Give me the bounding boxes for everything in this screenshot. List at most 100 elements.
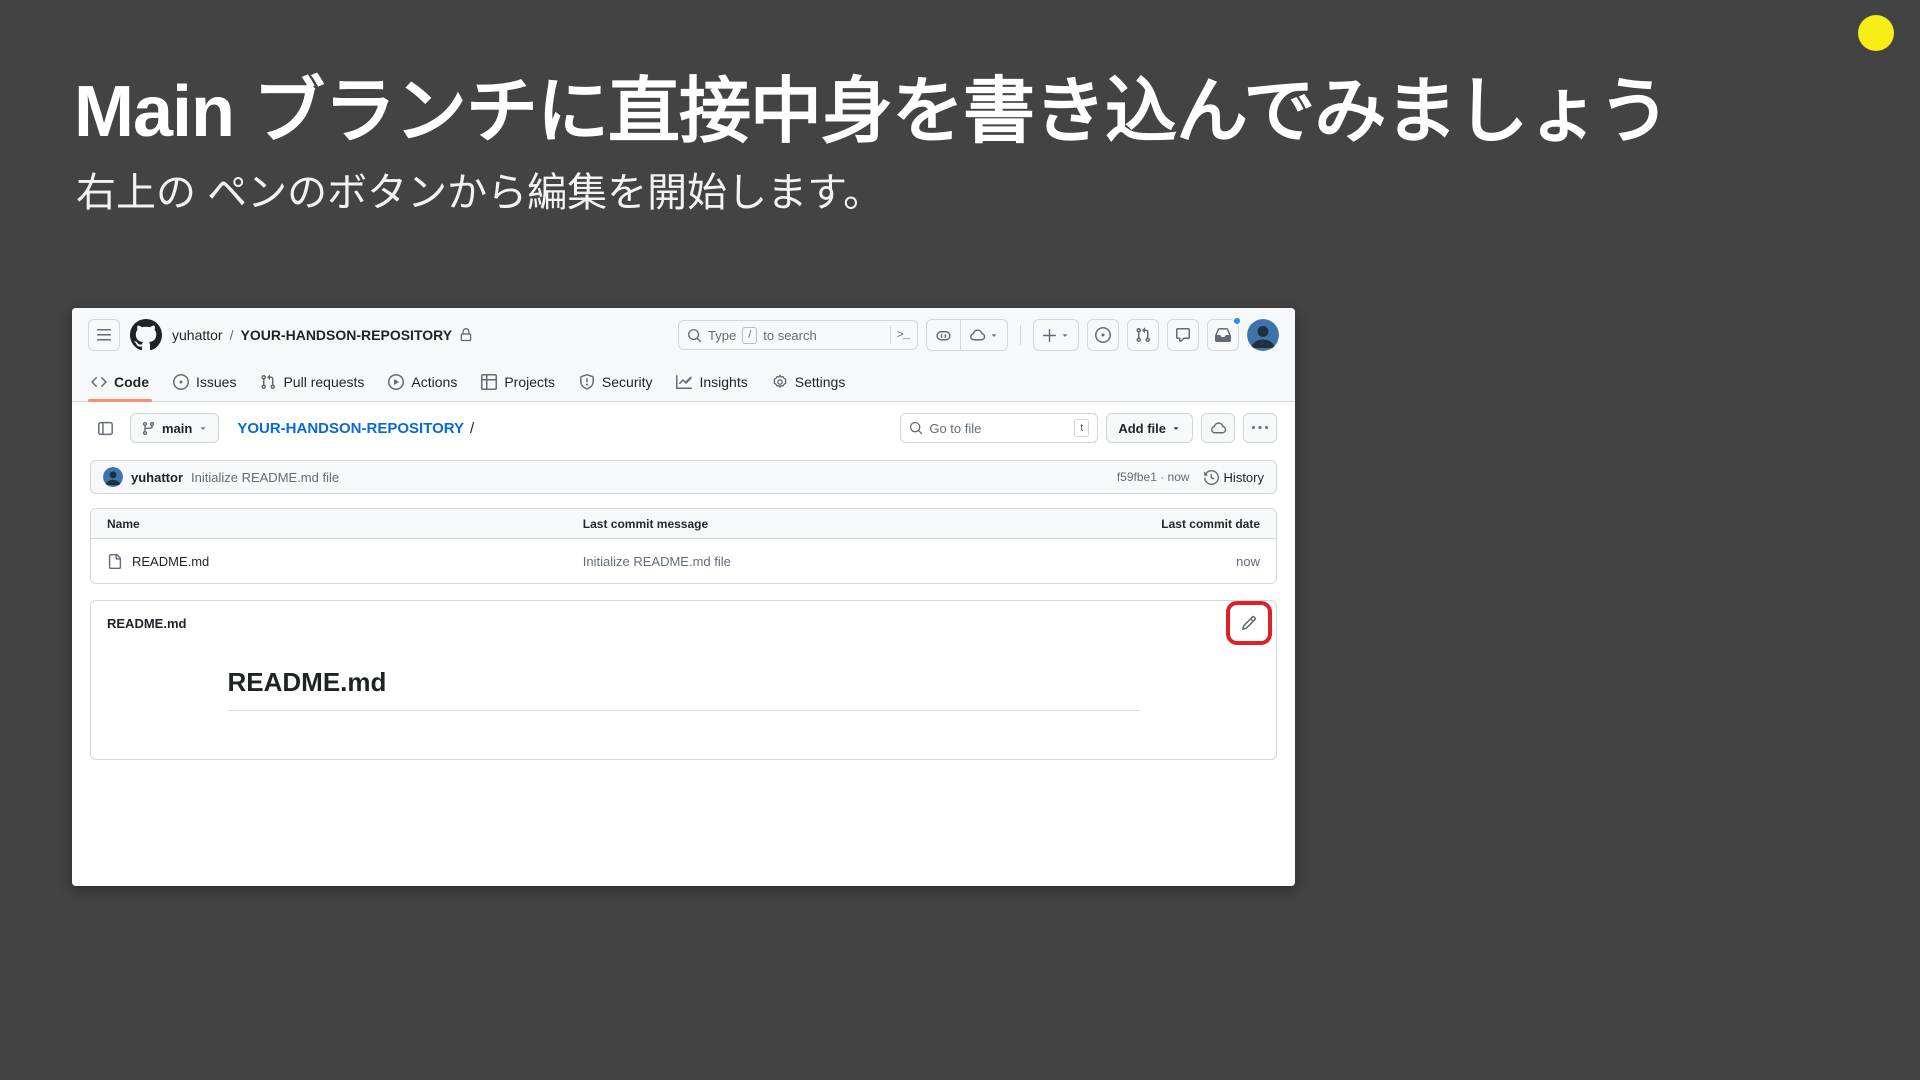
tab-issues[interactable]: Issues	[164, 362, 245, 401]
breadcrumb-path: YOUR-HANDSON-REPOSITORY /	[237, 420, 474, 437]
graph-icon	[676, 374, 693, 390]
tab-label: Issues	[196, 373, 237, 390]
toolbar-actions: t Add file	[900, 413, 1277, 443]
header-actions: Type / to search >_	[678, 316, 1279, 351]
slash-shortcut-badge: /	[742, 326, 758, 344]
tab-code[interactable]: Code	[82, 362, 158, 402]
readme-bar-title: README.md	[107, 615, 187, 631]
shield-icon	[579, 373, 595, 390]
command-palette-icon[interactable]: >_	[897, 328, 910, 342]
repo-content: main YOUR-HANDSON-REPOSITORY / t Add file	[72, 402, 1295, 886]
tab-label: Actions	[411, 373, 458, 390]
tab-label: Pull requests	[283, 373, 365, 390]
tab-insights[interactable]: Insights	[667, 362, 756, 401]
gear-icon	[772, 374, 788, 390]
readme-body: README.md	[227, 645, 1140, 711]
git-pull-request-icon	[260, 374, 276, 390]
tab-label: Code	[114, 373, 149, 390]
search-icon	[687, 328, 702, 343]
commit-author-avatar[interactable]	[103, 467, 123, 487]
global-search-box[interactable]: Type / to search >_	[678, 320, 918, 350]
add-file-button[interactable]: Add file	[1106, 413, 1193, 443]
chevron-down-icon	[1171, 423, 1181, 433]
breadcrumb-owner[interactable]: yuhattor	[172, 327, 223, 343]
edit-readme-button[interactable]	[1232, 606, 1266, 640]
edit-button-wrap	[1226, 601, 1272, 645]
table-row[interactable]: README.md Initialize README.md file now	[91, 539, 1276, 583]
copilot-button-group	[926, 319, 1008, 351]
create-new-button[interactable]	[1033, 319, 1079, 351]
slide-title: Main ブランチに直接中身を書き込んでみましょう	[74, 72, 1670, 152]
git-pull-request-icon	[1135, 327, 1151, 343]
readme-section: README.md README.md	[90, 600, 1277, 760]
chevron-down-icon	[198, 423, 208, 433]
add-file-label: Add file	[1118, 420, 1166, 436]
path-separator: /	[470, 419, 475, 437]
cloud-icon	[1210, 420, 1227, 437]
slide-subtitle: 右上の ペンのボタンから編集を開始します。	[76, 171, 884, 215]
header-divider	[1020, 325, 1021, 345]
lock-icon	[459, 328, 473, 342]
search-divider	[889, 326, 891, 344]
tab-settings[interactable]: Settings	[763, 362, 855, 401]
copilot-chat-button[interactable]	[960, 320, 1007, 350]
repo-root-link[interactable]: YOUR-HANDSON-REPOSITORY	[237, 420, 464, 437]
go-to-file-input[interactable]	[929, 420, 1069, 436]
tab-actions[interactable]: Actions	[379, 362, 466, 401]
readme-heading: README.md	[227, 667, 1140, 711]
github-logo-icon[interactable]	[130, 319, 162, 351]
column-message[interactable]: Last commit message	[583, 517, 1156, 531]
commit-author-name[interactable]: yuhattor	[131, 470, 183, 485]
copilot-button[interactable]	[927, 320, 960, 350]
tab-label: Settings	[794, 373, 846, 390]
commit-meta: f59fbe1 · now History	[1117, 470, 1264, 485]
chat-header-button[interactable]	[1167, 319, 1199, 351]
github-header: yuhattor / YOUR-HANDSON-REPOSITORY Type …	[72, 308, 1295, 362]
user-avatar[interactable]	[1247, 319, 1279, 351]
hamburger-icon	[96, 327, 112, 343]
inbox-icon	[1215, 327, 1231, 343]
tab-projects[interactable]: Projects	[472, 362, 564, 401]
history-label: History	[1223, 469, 1264, 485]
code-dropdown-button[interactable]	[1201, 413, 1235, 443]
hamburger-menu-button[interactable]	[88, 319, 120, 351]
slide-marker-dot	[1858, 15, 1894, 51]
tab-security[interactable]: Security	[570, 362, 662, 401]
breadcrumb: yuhattor / YOUR-HANDSON-REPOSITORY	[172, 327, 473, 343]
file-table: Name Last commit message Last commit dat…	[90, 508, 1277, 584]
go-to-file-search[interactable]: t	[900, 413, 1099, 443]
notifications-button[interactable]	[1207, 316, 1242, 351]
column-date[interactable]: Last commit date	[1156, 517, 1276, 531]
t-shortcut-badge: t	[1074, 419, 1090, 437]
file-commit-message[interactable]: Initialize README.md file	[583, 554, 1156, 569]
commit-sha-time[interactable]: f59fbe1 · now	[1117, 470, 1190, 484]
pull-requests-header-button[interactable]	[1127, 319, 1159, 351]
unread-notification-dot	[1232, 316, 1242, 326]
file-name-link[interactable]: README.md	[132, 554, 209, 569]
commit-message[interactable]: Initialize README.md file	[191, 470, 339, 485]
table-icon	[481, 373, 498, 390]
readme-header-bar: README.md	[91, 601, 1276, 645]
search-icon	[909, 421, 923, 435]
breadcrumb-repo[interactable]: YOUR-HANDSON-REPOSITORY	[240, 327, 452, 343]
tab-label: Security	[601, 373, 653, 390]
column-name[interactable]: Name	[91, 517, 583, 531]
plus-icon	[1042, 328, 1057, 343]
branch-name: main	[162, 420, 193, 436]
git-branch-icon	[141, 421, 156, 436]
code-icon	[91, 374, 107, 390]
comment-icon	[1175, 327, 1191, 343]
history-clock-icon	[1203, 469, 1219, 485]
branch-selector-button[interactable]: main	[130, 413, 220, 443]
github-window: yuhattor / YOUR-HANDSON-REPOSITORY Type …	[72, 308, 1295, 886]
history-link[interactable]: History	[1203, 469, 1264, 485]
issues-header-button[interactable]	[1087, 319, 1119, 351]
side-panel-toggle-button[interactable]	[90, 413, 120, 443]
file-toolbar: main YOUR-HANDSON-REPOSITORY / t Add file	[90, 412, 1277, 444]
play-icon	[388, 373, 405, 390]
more-options-button[interactable]	[1243, 413, 1277, 443]
tab-pull-requests[interactable]: Pull requests	[251, 362, 373, 401]
cloud-icon	[969, 327, 986, 344]
kebab-icon	[1252, 420, 1268, 436]
issue-opened-icon	[173, 373, 189, 390]
